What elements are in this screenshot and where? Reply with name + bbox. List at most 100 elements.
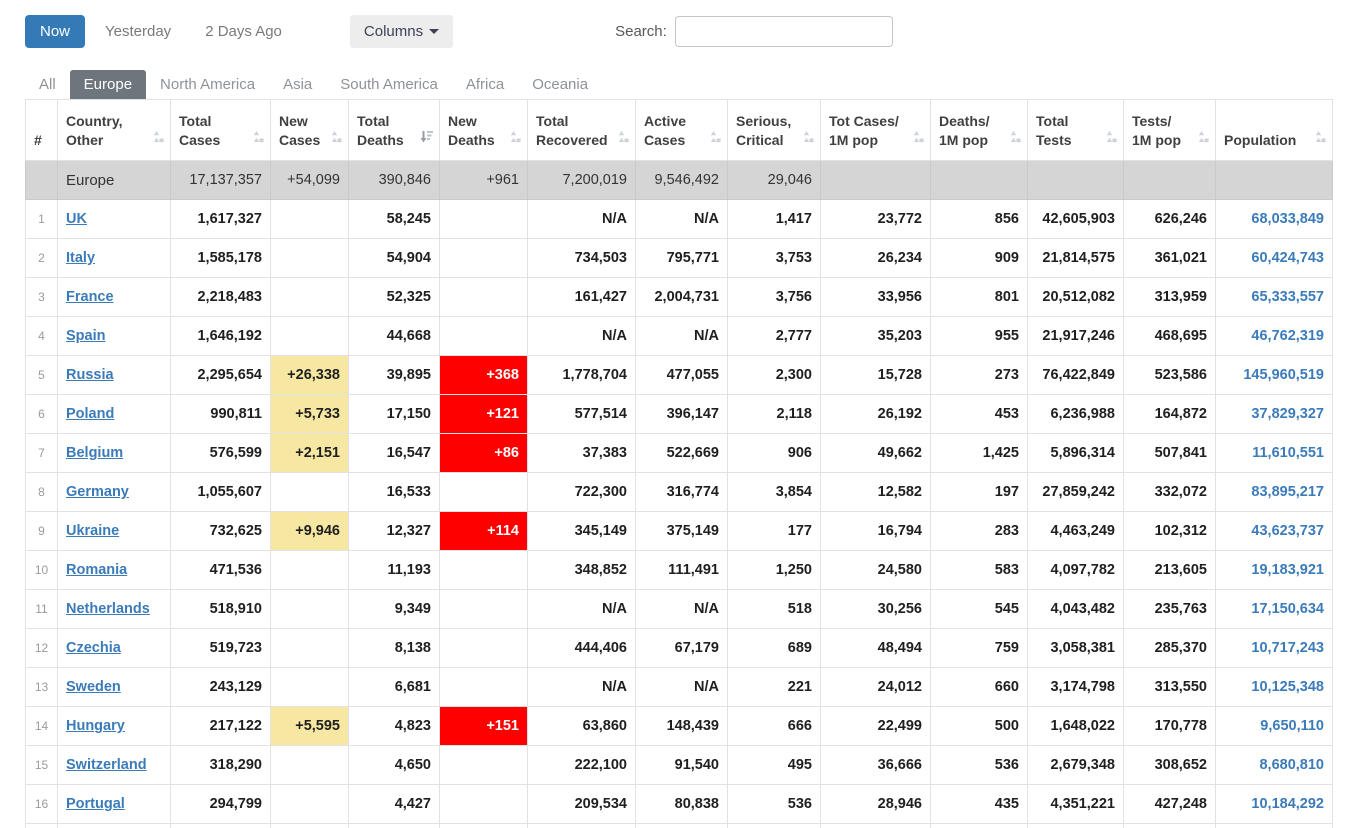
column-header-country-other[interactable]: Country, Other <box>58 100 171 161</box>
sort-both-icon[interactable] <box>1198 129 1210 149</box>
tab-north-america[interactable]: North America <box>146 70 269 99</box>
new-deaths-cell: +86 <box>440 434 528 473</box>
country-link[interactable]: Ukraine <box>66 523 119 539</box>
sort-descending-icon[interactable] <box>421 129 434 149</box>
country-link[interactable]: Italy <box>66 250 95 266</box>
population-link[interactable]: 10,125,348 <box>1251 679 1324 695</box>
column-header-population[interactable]: Population <box>1216 100 1333 161</box>
tab-africa[interactable]: Africa <box>452 70 518 99</box>
active-cases-cell: 522,669 <box>636 434 728 473</box>
new-deaths-cell: +121 <box>440 395 528 434</box>
new-cases-cell <box>271 317 349 356</box>
rank-cell: 8 <box>26 473 58 512</box>
sort-both-icon[interactable] <box>331 129 343 149</box>
sort-both-icon[interactable] <box>1315 129 1327 149</box>
serious-critical-cell: 1,250 <box>728 551 821 590</box>
column-header-serious-critical[interactable]: Serious, Critical <box>728 100 821 161</box>
population-link[interactable]: 8,680,810 <box>1259 757 1324 773</box>
serious-critical-cell: 689 <box>728 629 821 668</box>
search-input[interactable] <box>675 16 893 47</box>
continent-new-cases-cell: +54,099 <box>271 161 349 200</box>
country-cell: Italy <box>58 239 171 278</box>
country-link[interactable]: UK <box>66 211 87 227</box>
sort-both-icon[interactable] <box>510 129 522 149</box>
country-link[interactable]: Romania <box>66 562 127 578</box>
cases-per-1m-cell: 15,728 <box>821 356 931 395</box>
population-link[interactable]: 10,184,292 <box>1251 796 1324 812</box>
sort-both-icon[interactable] <box>913 129 925 149</box>
continent-population-cell <box>1216 161 1333 200</box>
population-cell: 19,183,921 <box>1216 551 1333 590</box>
population-link[interactable]: 83,895,217 <box>1251 484 1324 500</box>
sort-both-icon[interactable] <box>710 129 722 149</box>
now-button[interactable]: Now <box>25 15 85 48</box>
new-cases-cell <box>271 629 349 668</box>
active-cases-cell: 2,004,731 <box>636 278 728 317</box>
country-link[interactable]: Portugal <box>66 796 125 812</box>
serious-critical-cell: 2,118 <box>728 395 821 434</box>
population-link[interactable]: 145,960,519 <box>1243 367 1324 383</box>
population-link[interactable]: 10,717,243 <box>1251 640 1324 656</box>
sort-both-icon[interactable] <box>1010 129 1022 149</box>
tab-bar: AllEuropeNorth AmericaAsiaSouth AmericaA… <box>25 70 1369 99</box>
new-deaths-cell <box>440 239 528 278</box>
country-link[interactable]: Spain <box>66 328 105 344</box>
tests-per-1m-cell: 313,959 <box>1124 278 1216 317</box>
column-header-active-cases[interactable]: Active Cases <box>636 100 728 161</box>
country-cell: Ukraine <box>58 512 171 551</box>
serious-critical-cell: 2,300 <box>728 356 821 395</box>
column-header-deaths-1m-pop[interactable]: Deaths/ 1M pop <box>931 100 1028 161</box>
population-link[interactable]: 46,762,319 <box>1251 328 1324 344</box>
total-deaths-cell: 12,327 <box>349 512 440 551</box>
column-header-new-cases[interactable]: New Cases <box>271 100 349 161</box>
country-link[interactable]: France <box>66 289 114 305</box>
country-link[interactable]: Switzerland <box>66 757 147 773</box>
tab-europe[interactable]: Europe <box>70 70 146 99</box>
country-link[interactable]: Czechia <box>66 640 121 656</box>
tab-oceania[interactable]: Oceania <box>518 70 602 99</box>
population-link[interactable]: 68,033,849 <box>1251 211 1324 227</box>
population-link[interactable]: 43,623,737 <box>1251 523 1324 539</box>
sort-both-icon[interactable] <box>153 129 165 149</box>
population-link[interactable]: 19,183,921 <box>1251 562 1324 578</box>
country-link[interactable]: Germany <box>66 484 129 500</box>
new-deaths-cell: +114 <box>440 512 528 551</box>
population-link[interactable]: 9,650,110 <box>1260 718 1324 734</box>
column-header-tests-1m-pop[interactable]: Tests/ 1M pop <box>1124 100 1216 161</box>
country-link[interactable]: Poland <box>66 406 114 422</box>
column-header-total-tests[interactable]: Total Tests <box>1028 100 1124 161</box>
country-link[interactable]: Belgium <box>66 445 123 461</box>
sort-both-icon[interactable] <box>1106 129 1118 149</box>
country-link[interactable]: Sweden <box>66 679 121 695</box>
total-deaths-cell: 11,193 <box>349 551 440 590</box>
column-header-total-cases[interactable]: Total Cases <box>171 100 271 161</box>
column-header--[interactable]: # <box>26 100 58 161</box>
yesterday-button[interactable]: Yesterday <box>91 15 185 48</box>
country-link[interactable]: Russia <box>66 367 114 383</box>
sort-both-icon[interactable] <box>803 129 815 149</box>
population-link[interactable]: 11,610,551 <box>1252 445 1324 461</box>
country-row: 13 Sweden 243,129 6,681 N/A N/A 221 24,0… <box>26 668 1333 707</box>
columns-dropdown-button[interactable]: Columns <box>350 15 453 48</box>
population-link[interactable]: 65,333,557 <box>1251 289 1324 305</box>
two-days-ago-button[interactable]: 2 Days Ago <box>191 15 296 48</box>
population-cell: 9,650,110 <box>1216 707 1333 746</box>
country-link[interactable]: Netherlands <box>66 601 150 617</box>
tab-all[interactable]: All <box>25 70 70 99</box>
population-link[interactable]: 37,829,327 <box>1251 406 1324 422</box>
sort-both-icon[interactable] <box>618 129 630 149</box>
sort-both-icon[interactable] <box>253 129 265 149</box>
tab-asia[interactable]: Asia <box>269 70 326 99</box>
column-header-total-deaths[interactable]: Total Deaths <box>349 100 440 161</box>
country-link[interactable]: Hungary <box>66 718 125 734</box>
column-header-total-recovered[interactable]: Total Recovered <box>528 100 636 161</box>
continent-cases-per-1m-cell <box>821 161 931 200</box>
population-link[interactable]: 60,424,743 <box>1251 250 1324 266</box>
serious-critical-cell: 3,854 <box>728 473 821 512</box>
serious-critical-cell: 3,756 <box>728 278 821 317</box>
column-header-new-deaths[interactable]: New Deaths <box>440 100 528 161</box>
tab-south-america[interactable]: South America <box>326 70 452 99</box>
column-header-tot-cases-1m-pop[interactable]: Tot Cases/ 1M pop <box>821 100 931 161</box>
population-link[interactable]: 17,150,634 <box>1251 601 1324 617</box>
rank-cell: 14 <box>26 707 58 746</box>
